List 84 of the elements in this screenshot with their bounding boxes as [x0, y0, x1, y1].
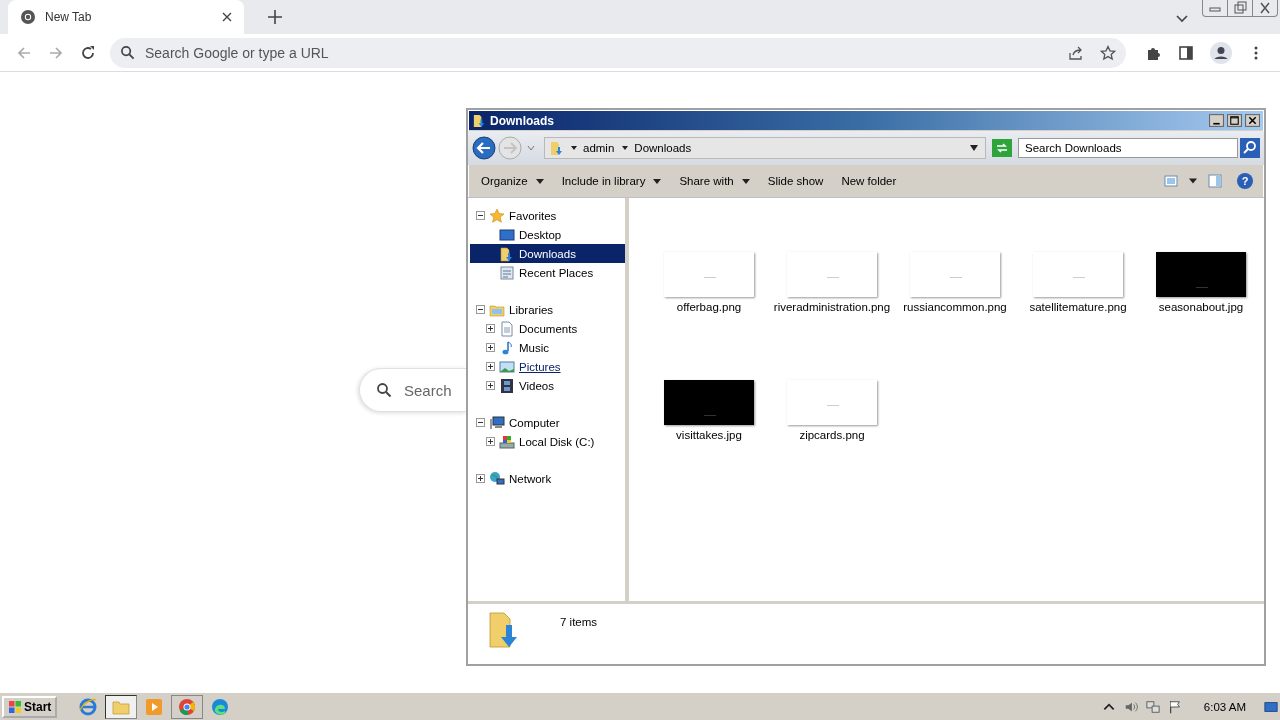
- tab-title: New Tab: [45, 10, 93, 24]
- search-field[interactable]: Search Downloads: [1018, 138, 1238, 158]
- folder-download-icon: [472, 113, 487, 128]
- search-icon: [120, 45, 135, 60]
- file-item[interactable]: offerbag.png: [649, 252, 769, 380]
- expand-toggle[interactable]: [486, 343, 495, 352]
- expand-toggle[interactable]: [476, 474, 485, 483]
- pictures-icon: [499, 358, 515, 375]
- window-title: Downloads: [490, 113, 554, 128]
- file-item[interactable]: zipcards.png: [772, 380, 892, 508]
- file-item[interactable]: seasonabout.jpg: [1141, 252, 1261, 380]
- chrome-logo-icon: [20, 9, 36, 25]
- new-tab-icon[interactable]: [268, 10, 282, 24]
- show-desktop-icon[interactable]: [1264, 699, 1278, 714]
- file-item[interactable]: riveradministration.png: [772, 252, 892, 380]
- tree-item[interactable]: Desktop: [470, 225, 625, 244]
- chevron-down-icon[interactable]: [1176, 15, 1188, 23]
- recent-places-icon: [499, 264, 515, 281]
- clock: 6:03 AM: [1203, 700, 1246, 713]
- search-icon[interactable]: [1240, 138, 1260, 158]
- tree-item[interactable]: Libraries: [470, 300, 625, 319]
- star-icon[interactable]: [1100, 44, 1116, 61]
- close-icon[interactable]: [222, 12, 232, 22]
- tree-item[interactable]: Recent Places: [470, 263, 625, 282]
- address-input[interactable]: Search Google or type a URL: [143, 43, 1052, 62]
- speaker-icon[interactable]: [1123, 699, 1138, 714]
- expand-toggle[interactable]: [486, 362, 495, 371]
- computer-icon: [489, 414, 505, 431]
- film-icon: [499, 377, 515, 394]
- start-button[interactable]: Start: [2, 695, 58, 718]
- address-bar[interactable]: Search Google or type a URL: [110, 37, 1126, 68]
- file-item[interactable]: russiancommon.png: [895, 252, 1015, 380]
- breadcrumb[interactable]: admin: [583, 142, 615, 154]
- maximize-icon[interactable]: [1227, 114, 1242, 127]
- tree-item[interactable]: Local Disk (C:): [470, 432, 625, 451]
- document-icon: [499, 320, 515, 337]
- reload-icon[interactable]: [80, 44, 96, 61]
- tree-item[interactable]: Network: [470, 469, 625, 488]
- collapse-toggle[interactable]: [476, 211, 485, 220]
- profile-avatar-icon[interactable]: [1210, 41, 1232, 64]
- network-icon[interactable]: [1145, 699, 1160, 714]
- desktop-icon: [499, 226, 515, 243]
- collapse-toggle[interactable]: [476, 305, 485, 314]
- caret-icon[interactable]: [970, 145, 978, 151]
- caret-icon[interactable]: [570, 145, 578, 151]
- tree-item[interactable]: Videos: [470, 376, 625, 395]
- four-squares-icon: [8, 699, 22, 714]
- toolbar-button[interactable]: Share with: [670, 171, 759, 191]
- toolbar-button[interactable]: Organize: [472, 171, 553, 191]
- item-count: 7 items: [560, 616, 598, 628]
- network-globe-icon: [489, 470, 505, 487]
- flag-icon[interactable]: [1167, 699, 1182, 714]
- chrome-logo-icon[interactable]: [178, 697, 197, 716]
- disk-drive-icon: [499, 433, 515, 450]
- expand-toggle[interactable]: [486, 381, 495, 390]
- breadcrumb[interactable]: Downloads: [634, 142, 692, 154]
- toolbar-button[interactable]: Slide show: [758, 171, 833, 191]
- tree-item[interactable]: Computer: [470, 413, 625, 432]
- close-icon[interactable]: [1245, 114, 1260, 127]
- side-panel-icon[interactable]: [1178, 44, 1194, 61]
- tree-item[interactable]: Documents: [470, 319, 625, 338]
- help-button[interactable]: ?: [1237, 173, 1253, 189]
- tree-item[interactable]: Pictures: [470, 357, 625, 376]
- expand-toggle[interactable]: [486, 437, 495, 446]
- tree-item[interactable]: Favorites: [470, 206, 625, 225]
- share-icon[interactable]: [1068, 44, 1084, 61]
- caret-icon[interactable]: [1189, 178, 1197, 184]
- toolbar-button[interactable]: New folder: [832, 171, 906, 191]
- search-icon: [376, 382, 392, 398]
- file-item[interactable]: satellitemature.png: [1018, 252, 1138, 380]
- address-bar[interactable]: admin Downloads: [544, 137, 986, 159]
- star-icon: [489, 207, 505, 224]
- minimize-icon[interactable]: [1209, 114, 1224, 127]
- browser-tab[interactable]: New Tab: [8, 0, 244, 34]
- folder-download-icon: [499, 245, 515, 262]
- tree-item[interactable]: Music: [470, 338, 625, 357]
- browser-e-icon[interactable]: [79, 697, 98, 716]
- expand-toggle[interactable]: [486, 324, 495, 333]
- folder-download-icon: [549, 140, 565, 156]
- caret-icon[interactable]: [621, 145, 630, 151]
- toolbar-button[interactable]: Include in library: [552, 171, 671, 191]
- tree-item[interactable]: Downloads: [470, 244, 625, 263]
- collapse-toggle[interactable]: [476, 418, 485, 427]
- file-item[interactable]: visittakes.jpg: [649, 380, 769, 508]
